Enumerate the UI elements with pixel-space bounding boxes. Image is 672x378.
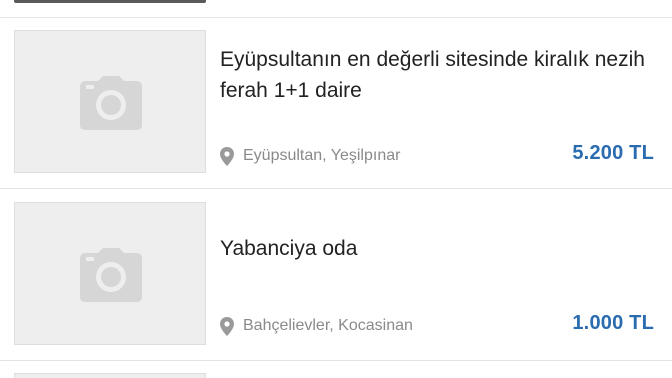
camera-icon — [80, 76, 142, 130]
listing-title[interactable]: Yabanciya oda — [220, 233, 660, 264]
location-text: Bahçelievler, Kocasinan — [243, 317, 413, 334]
previous-listing-thumbnail-edge — [14, 0, 206, 3]
map-pin-icon — [220, 146, 234, 166]
map-pin-icon — [220, 316, 234, 336]
listing-title[interactable]: Eyüpsultanın en değerli sitesinde kiralı… — [220, 44, 660, 106]
listing-thumbnail[interactable] — [14, 202, 206, 345]
listing-card[interactable]: Yabanciya oda Bahçelievler, Kocasinan 1.… — [0, 189, 672, 359]
listing-card[interactable]: Eyüpsultanın en değerli sitesinde kiralı… — [0, 18, 672, 188]
next-listing-thumbnail-edge[interactable] — [14, 373, 206, 378]
previous-listing-remnant[interactable] — [0, 0, 672, 17]
listing-price: 5.200 TL — [572, 142, 654, 164]
listing-location: Eyüpsultan, Yeşilpınar — [220, 146, 400, 166]
listing-thumbnail[interactable] — [14, 30, 206, 173]
listing-price: 1.000 TL — [572, 312, 654, 334]
camera-icon — [80, 248, 142, 302]
listing-location: Bahçelievler, Kocasinan — [220, 316, 413, 336]
divider — [0, 360, 672, 361]
location-text: Eyüpsultan, Yeşilpınar — [243, 147, 401, 164]
